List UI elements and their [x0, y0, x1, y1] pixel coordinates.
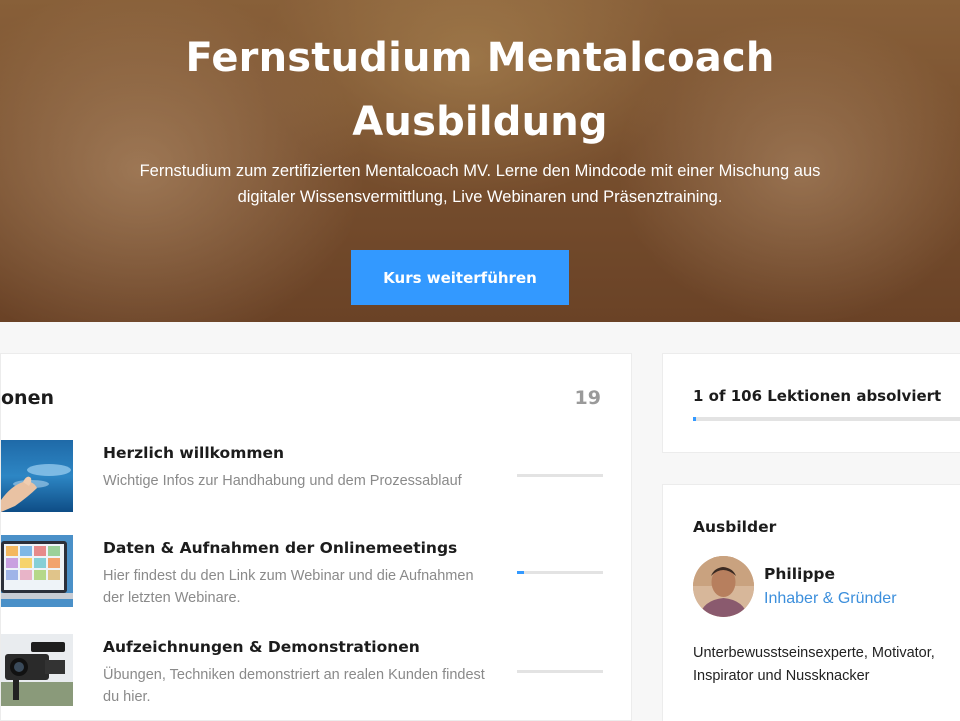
instructor-name[interactable]: Philippe: [764, 565, 835, 583]
course-progress-bar: [693, 417, 960, 421]
lesson-description: Hier findest du den Link zum Webinar und…: [103, 568, 474, 606]
instructor-card: Ausbilder Philippe Inhaber & Gründer Unt…: [662, 484, 960, 721]
lesson-thumbnail-online-meeting[interactable]: [1, 535, 73, 607]
lesson-thumbnail-image: [1, 535, 73, 607]
lesson-progress-fill: [517, 571, 524, 574]
course-subtitle-line2: digitaler Wissensvermittlung, Live Webin…: [237, 188, 723, 206]
course-hero: Fernstudium Mentalcoach Ausbildung Ferns…: [0, 0, 960, 322]
course-title-line1: Fernstudium Mentalcoach: [185, 35, 775, 81]
lesson-item[interactable]: Herzlich willkommen Wichtige Infos zur H…: [1, 440, 633, 530]
lesson-description: Wichtige Infos zur Handhabung und dem Pr…: [103, 473, 462, 489]
lesson-thumbnail-image: [1, 634, 73, 706]
lesson-thumbnail-camera[interactable]: [1, 634, 73, 706]
course-progress-card: 1 of 106 Lektionen absolviert: [662, 353, 960, 453]
course-title: Fernstudium Mentalcoach Ausbildung: [130, 26, 830, 154]
instructor-bio: Unterbewusstseinsexperte, Motivator, Ins…: [693, 645, 935, 684]
lesson-title[interactable]: Aufzeichnungen & Demonstrationen: [103, 638, 420, 656]
lesson-item[interactable]: Daten & Aufnahmen der Onlinemeetings Hie…: [1, 535, 633, 625]
course-progress-fill: [693, 417, 696, 421]
lessons-panel-title: onen: [1, 387, 54, 409]
course-subtitle-line1: Fernstudium zum zertifizierten Mentalcoa…: [139, 162, 821, 180]
course-subtitle: Fernstudium zum zertifizierten Mentalcoa…: [100, 158, 860, 210]
lessons-count: 19: [574, 387, 601, 409]
lesson-thumbnail-image: [1, 440, 73, 512]
continue-course-button[interactable]: Kurs weiterführen: [351, 250, 569, 305]
instructor-avatar[interactable]: [693, 556, 754, 617]
lesson-thumbnail-water-hand[interactable]: [1, 440, 73, 512]
lesson-title[interactable]: Herzlich willkommen: [103, 444, 284, 462]
lesson-title[interactable]: Daten & Aufnahmen der Onlinemeetings: [103, 539, 457, 557]
lesson-progress-bar: [517, 571, 603, 574]
lesson-description: Übungen, Techniken demonstriert an reale…: [103, 667, 485, 705]
course-title-line2: Ausbildung: [352, 99, 608, 145]
avatar-image: [693, 556, 754, 617]
lesson-item[interactable]: Aufzeichnungen & Demonstrationen Übungen…: [1, 634, 633, 721]
lessons-panel: onen 19 Herzlich willkommen Wichtige Inf…: [0, 353, 632, 721]
instructor-role: Inhaber & Gründer: [764, 590, 897, 607]
instructor-heading: Ausbilder: [693, 518, 777, 536]
course-progress-text: 1 of 106 Lektionen absolviert: [693, 387, 942, 405]
lesson-progress-bar: [517, 474, 603, 477]
lesson-progress-bar: [517, 670, 603, 673]
